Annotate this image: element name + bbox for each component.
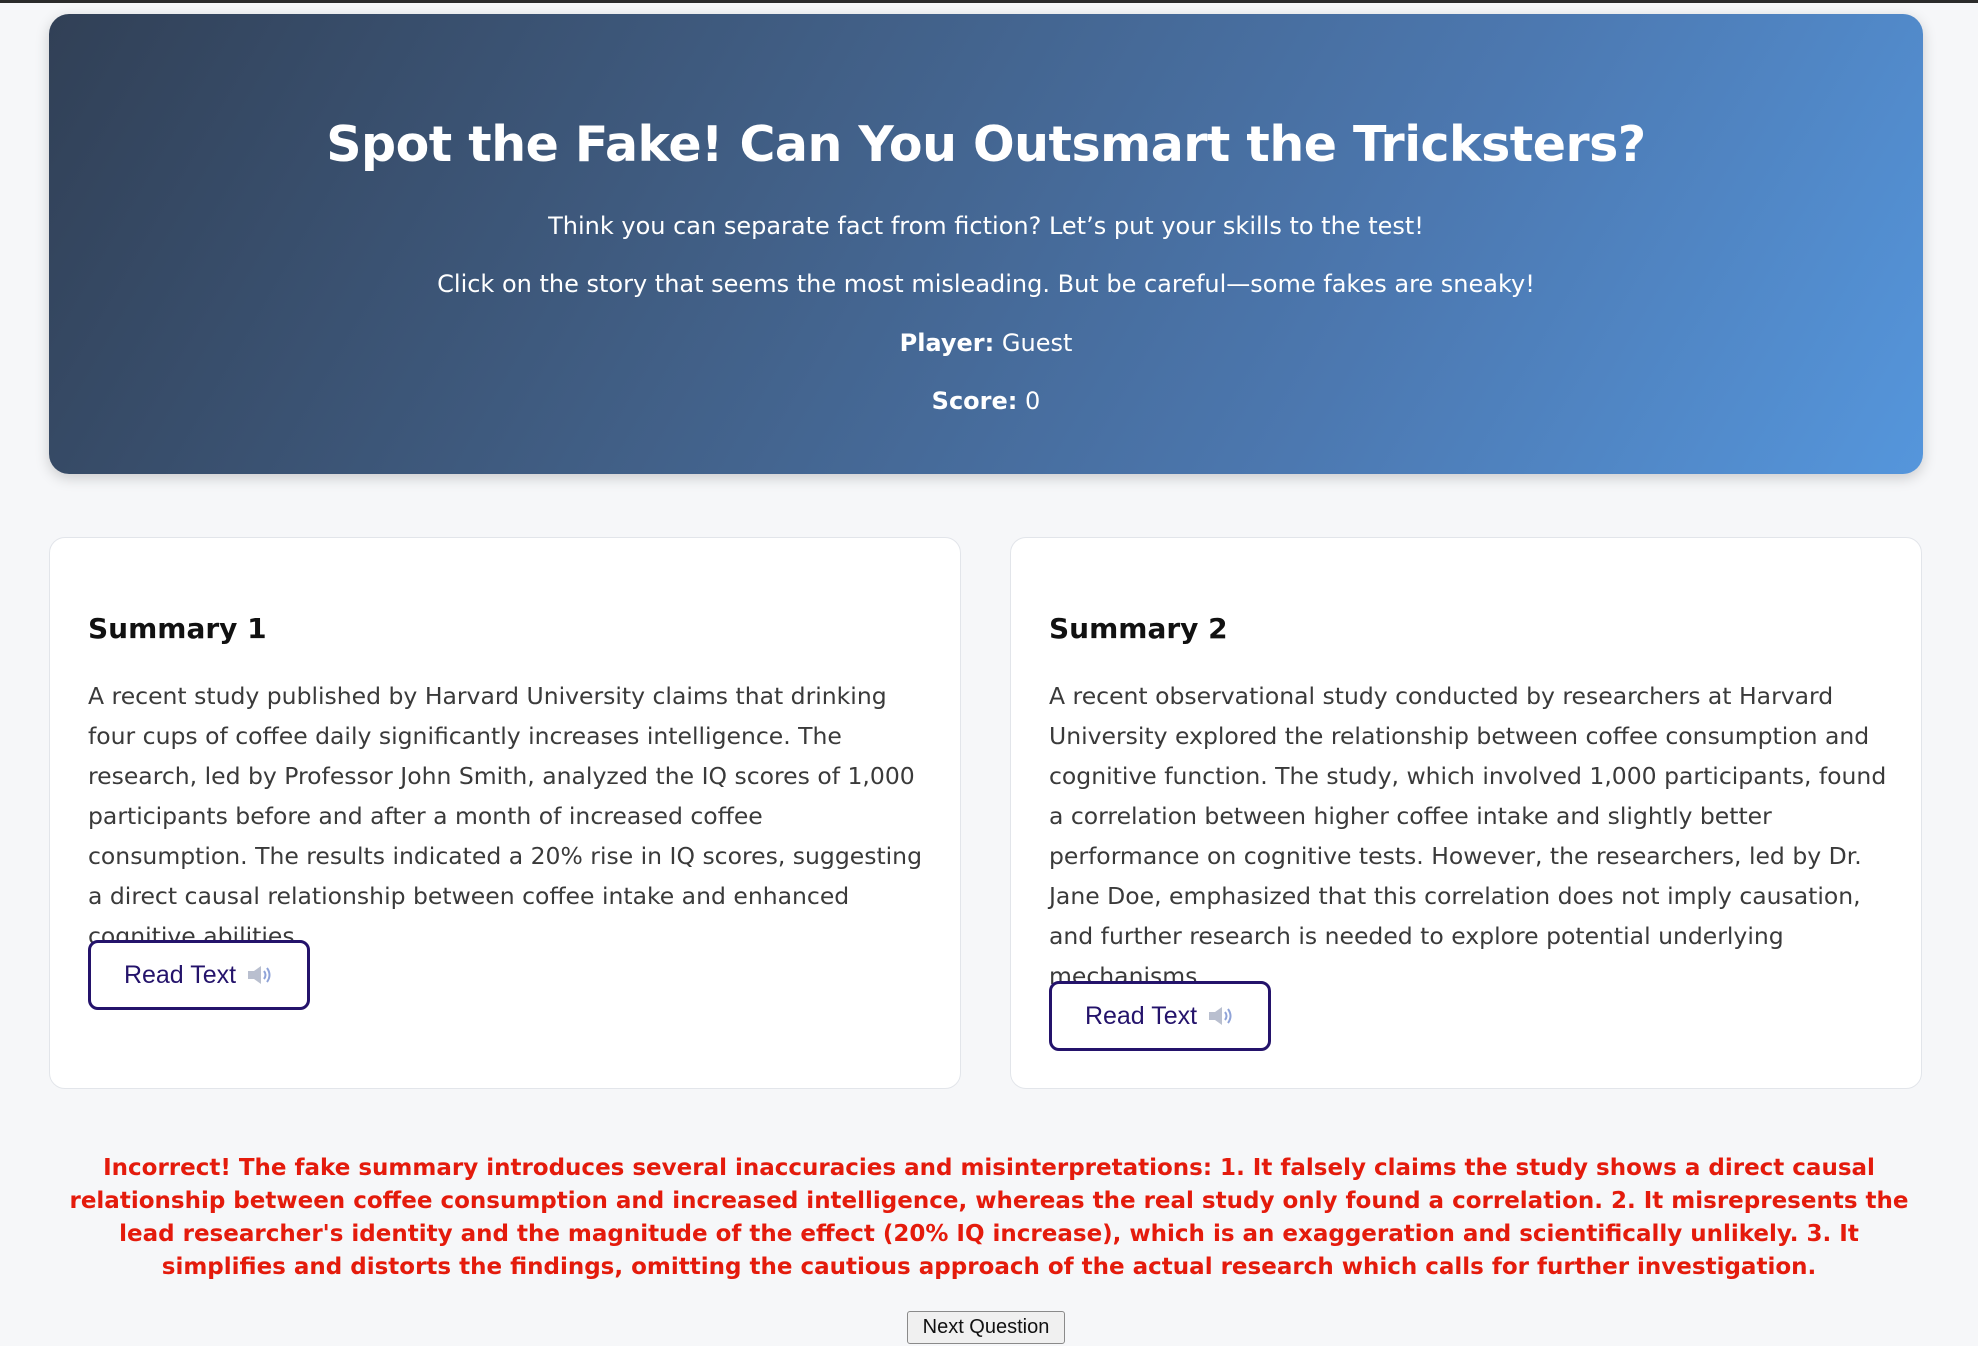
top-border [0,0,1978,3]
summary-text: A recent observational study conducted b… [1049,682,1887,990]
feedback-message: Incorrect! The fake summary introduces s… [69,1155,1909,1280]
player-name: Guest [1001,329,1073,357]
score-value: 0 [1025,387,1041,415]
intro-text: Think you can separate fact from fiction… [548,212,1424,240]
speaker-icon [248,966,271,984]
speaker-icon [1209,1007,1232,1025]
player-label: Player: [899,329,995,357]
page-title: Spot the Fake! Can You Outsmart the Tric… [326,116,1646,173]
summary-text: A recent study published by Harvard Univ… [88,682,922,950]
game-header: Spot the Fake! Can You Outsmart the Tric… [49,14,1923,474]
summary-card-1[interactable]: Summary 1 A recent study published by Ha… [49,537,961,1089]
summary-card-2[interactable]: Summary 2 A recent observational study c… [1010,537,1922,1089]
instructions-text: Click on the story that seems the most m… [437,270,1535,298]
player-info: Player: Guest [49,326,1923,360]
read-text-button[interactable]: Read Text [88,940,310,1010]
score-label: Score: [931,387,1018,415]
summary-title: Summary 2 [1049,612,1228,645]
summary-title: Summary 1 [88,612,267,645]
score-info: Score: 0 [49,384,1923,418]
read-text-button[interactable]: Read Text [1049,981,1271,1051]
read-text-label: Read Text [123,960,237,989]
read-text-label: Read Text [1084,1001,1198,1030]
next-question-button[interactable]: Next Question [907,1311,1065,1344]
